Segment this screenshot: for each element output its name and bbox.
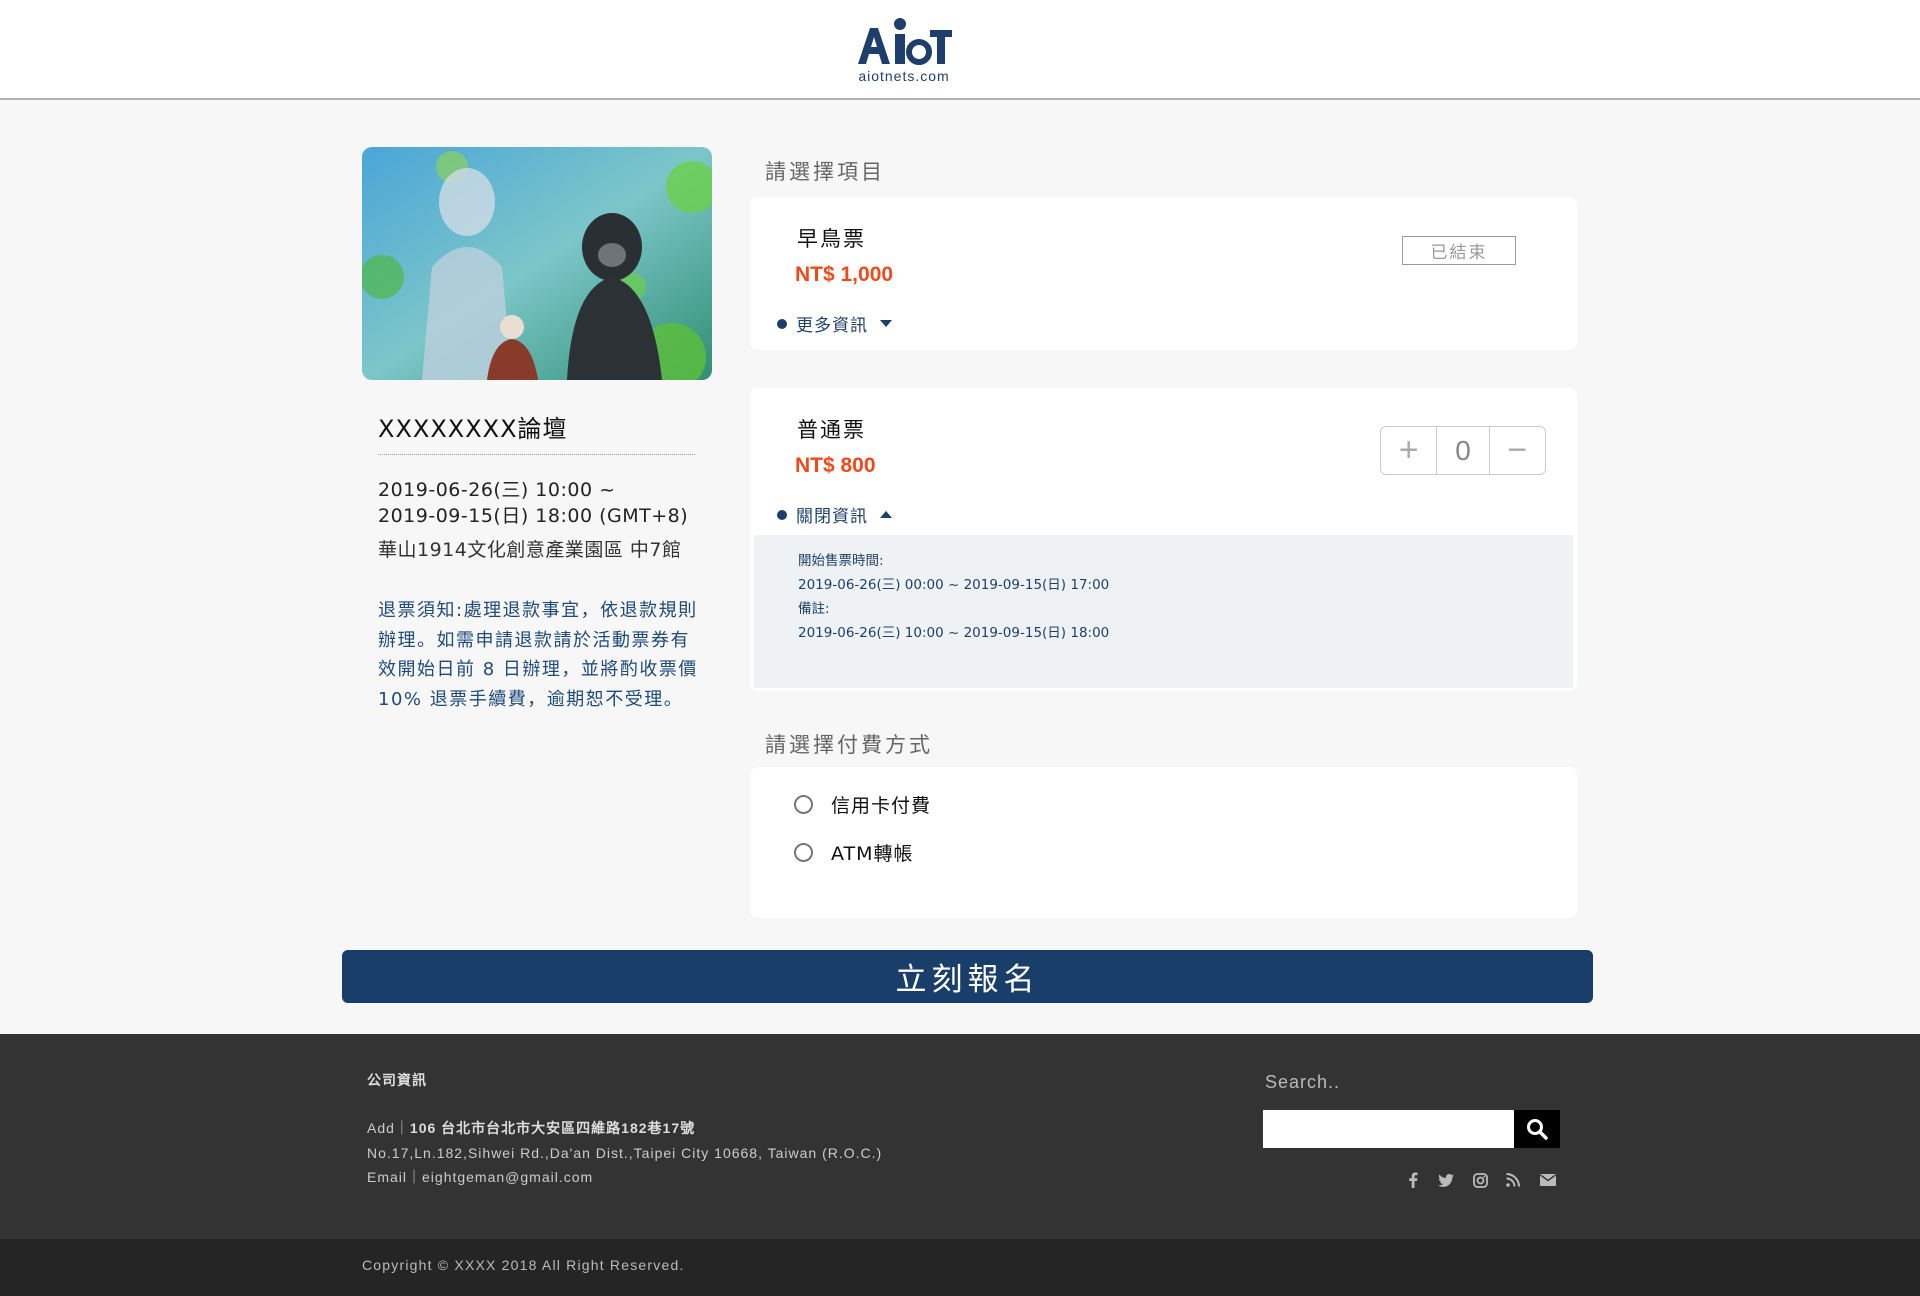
email-icon[interactable] xyxy=(1537,1170,1559,1190)
payment-option-label: ATM轉帳 xyxy=(831,843,914,865)
minus-icon: − xyxy=(1507,431,1528,469)
ticket-price: NT$ 800 xyxy=(795,454,876,477)
increment-button[interactable]: + xyxy=(1381,427,1436,474)
tickets-section-title: 請選擇項目 xyxy=(765,160,885,184)
address-en: No.17,Ln.182,Sihwei Rd.,Da'an Dist.,Taip… xyxy=(367,1144,883,1161)
caret-up-icon xyxy=(880,511,892,518)
rss-icon[interactable] xyxy=(1502,1170,1524,1190)
search-label: Search.. xyxy=(1265,1072,1341,1092)
footer-bottom-bar: Copyright © XXXX 2018 All Right Reserved… xyxy=(0,1239,1920,1296)
close-info-toggle[interactable]: 關閉資訊 xyxy=(777,502,892,527)
radio-button[interactable] xyxy=(794,795,813,814)
email-line: Email｜eightgeman@gmail.com xyxy=(367,1169,594,1185)
sale-time-label: 開始售票時間: xyxy=(798,553,884,569)
ticket-info-panel: 開始售票時間: 2019-06-26(三) 00:00 ~ 2019-09-15… xyxy=(754,535,1573,688)
note-value: 2019-06-26(三) 10:00 ~ 2019-09-15(日) 18:0… xyxy=(798,625,1110,641)
instagram-icon[interactable] xyxy=(1469,1170,1491,1190)
aiot-logo[interactable]: aiotnets.com xyxy=(846,14,958,86)
ticket-card-regular: 普通票 NT$ 800 關閉資訊 + 0 − 開始售票時間: 2019-06-2… xyxy=(750,388,1577,691)
search-input[interactable] xyxy=(1263,1110,1514,1148)
payment-option-credit-card[interactable]: 信用卡付費 xyxy=(794,791,931,818)
toggle-label: 關閉資訊 xyxy=(796,507,868,527)
note-label: 備註: xyxy=(798,601,830,617)
event-venue: 華山1914文化創意產業園區 中7館 xyxy=(378,539,682,561)
register-now-button[interactable]: 立刻報名 xyxy=(342,950,1593,1003)
company-info: Add｜106 台北市台北市大安區四維路182巷17號 No.17,Ln.182… xyxy=(367,1116,882,1190)
event-date-start: 2019-06-26(三) 10:00 ~ xyxy=(378,479,616,501)
address-label: Add｜ xyxy=(367,1120,410,1136)
event-date: 2019-06-26(三) 10:00 ~ 2019-09-15(日) 18:0… xyxy=(378,477,708,529)
site-footer: 公司資訊 Add｜106 台北市台北市大安區四維路182巷17號 No.17,L… xyxy=(0,1034,1920,1239)
payment-option-atm[interactable]: ATM轉帳 xyxy=(794,839,914,866)
payment-card: 信用卡付費 ATM轉帳 xyxy=(750,767,1577,918)
site-header: aiotnets.com xyxy=(0,0,1920,100)
toggle-label: 更多資訊 xyxy=(796,316,868,336)
logo-subtitle: aiotnets.com xyxy=(858,68,950,84)
payment-option-label: 信用卡付費 xyxy=(831,795,932,817)
footer-heading: 公司資訊 xyxy=(367,1073,427,1089)
facebook-icon[interactable] xyxy=(1402,1170,1424,1190)
caret-down-icon xyxy=(880,320,892,327)
ticket-name: 普通票 xyxy=(797,418,866,442)
payment-section-title: 請選擇付費方式 xyxy=(765,733,933,757)
refund-note: 退票須知:處理退款事宜，依退款規則辦理。如需申請退款請於活動票券有效開始日前 8… xyxy=(378,600,698,710)
event-date-end: 2019-09-15(日) 18:00 (GMT+8) xyxy=(378,505,689,527)
ticket-price: NT$ 1,000 xyxy=(795,263,894,286)
plus-icon: + xyxy=(1398,431,1419,469)
search-icon xyxy=(1527,1119,1548,1140)
ticket-card-early-bird: 早鳥票 NT$ 1,000 更多資訊 已結束 xyxy=(750,197,1577,350)
ended-status-badge: 已結束 xyxy=(1402,236,1516,265)
event-photo xyxy=(362,147,712,380)
twitter-icon[interactable] xyxy=(1435,1170,1457,1190)
decrement-button[interactable]: − xyxy=(1490,427,1545,474)
bullet-icon xyxy=(777,509,787,520)
bullet-icon xyxy=(777,318,787,329)
more-info-toggle[interactable]: 更多資訊 xyxy=(777,311,892,336)
search-button[interactable] xyxy=(1514,1110,1560,1148)
copyright-text: Copyright © XXXX 2018 All Right Reserved… xyxy=(362,1257,685,1273)
sale-time-value: 2019-06-26(三) 00:00 ~ 2019-09-15(日) 17:0… xyxy=(798,577,1110,593)
ticket-name: 早鳥票 xyxy=(797,227,866,251)
event-title: XXXXXXXX論壇 xyxy=(378,409,695,455)
address-zh: Add｜106 台北市台北市大安區四維路182巷17號 xyxy=(367,1116,882,1141)
radio-button[interactable] xyxy=(794,843,813,862)
address-zh-value: 106 台北市台北市大安區四維路182巷17號 xyxy=(409,1120,696,1136)
aiot-logo-mark xyxy=(858,18,952,65)
quantity-value[interactable]: 0 xyxy=(1436,427,1490,474)
event-photo-illustration xyxy=(362,147,712,380)
quantity-stepper: + 0 − xyxy=(1380,426,1546,475)
